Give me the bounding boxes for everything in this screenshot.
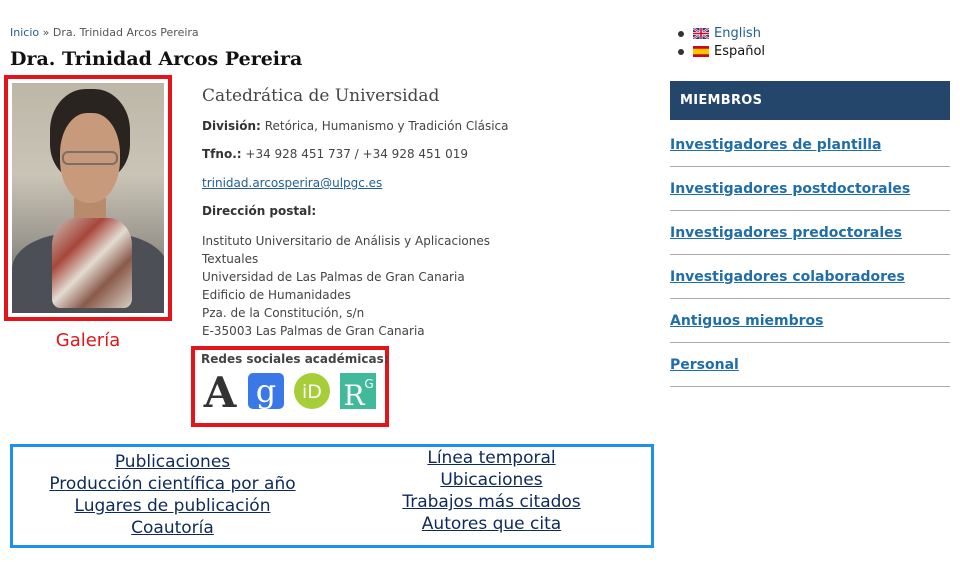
svg-text:R: R xyxy=(343,379,365,410)
links-column-left: Publicaciones Producción científica por … xyxy=(13,451,332,545)
address-line: Pza. de la Constitución, s/n xyxy=(202,306,365,320)
breadcrumb-current: Dra. Trinidad Arcos Pereira xyxy=(52,26,199,39)
address-line: Edificio de Humanidades xyxy=(202,288,351,302)
spain-flag-icon xyxy=(693,46,709,57)
language-spanish[interactable]: Español xyxy=(678,44,765,59)
link-lugares-publicacion[interactable]: Lugares de publicación xyxy=(75,495,271,517)
postal-label: Dirección postal: xyxy=(202,204,317,218)
division-value: Retórica, Humanismo y Tradición Clásica xyxy=(264,119,509,133)
postal-address: Instituto Universitario de Análisis y Ap… xyxy=(202,232,490,340)
language-english-label[interactable]: English xyxy=(714,26,761,41)
sidebar-title: MIEMBROS xyxy=(670,81,950,120)
academia-icon[interactable]: A xyxy=(201,372,239,410)
postal-row: Dirección postal: xyxy=(202,204,316,218)
sidebar-item-predoctorales[interactable]: Investigadores predoctorales xyxy=(670,211,950,255)
breadcrumb-home-link[interactable]: Inicio xyxy=(10,26,39,39)
sidebar-item-plantilla[interactable]: Investigadores de plantilla xyxy=(670,123,950,167)
address-line: Instituto Universitario de Análisis y Ap… xyxy=(202,234,490,248)
link-linea-temporal[interactable]: Línea temporal xyxy=(427,447,555,469)
gallery-photo-frame[interactable] xyxy=(4,75,172,321)
link-publicaciones[interactable]: Publicaciones xyxy=(115,451,230,473)
phone-row: Tfno.: +34 928 451 737 / +34 928 451 019 xyxy=(202,147,468,161)
researchgate-icon[interactable]: RG xyxy=(339,372,377,410)
sidebar-item-postdoctorales[interactable]: Investigadores postdoctorales xyxy=(670,167,950,211)
academic-social-networks: Redes sociales académicas: A g iD RG xyxy=(191,346,389,427)
google-scholar-icon[interactable]: g xyxy=(247,372,285,410)
orcid-icon[interactable]: iD xyxy=(293,372,331,410)
breadcrumb: Inicio » Dra. Trinidad Arcos Pereira xyxy=(10,26,199,39)
links-column-right: Línea temporal Ubicaciones Trabajos más … xyxy=(332,447,651,545)
link-produccion-cientifica[interactable]: Producción científica por año xyxy=(49,473,295,495)
language-english[interactable]: English xyxy=(678,26,761,41)
sidebar-item-personal[interactable]: Personal xyxy=(670,343,950,387)
phone-label: Tfno.: xyxy=(202,147,242,161)
link-coautoria[interactable]: Coautoría xyxy=(131,517,214,539)
svg-text:g: g xyxy=(256,372,276,410)
link-trabajos-citados[interactable]: Trabajos más citados xyxy=(402,491,580,513)
division-row: División: Retórica, Humanismo y Tradició… xyxy=(202,119,509,133)
address-line: Textuales xyxy=(202,252,259,266)
email-row: trinidad.arcosperira@ulpgc.es xyxy=(202,176,382,190)
svg-text:A: A xyxy=(203,372,238,410)
language-spanish-label: Español xyxy=(714,44,766,59)
sidebar-item-antiguos[interactable]: Antiguos miembros xyxy=(670,299,950,343)
address-line: Universidad de Las Palmas de Gran Canari… xyxy=(202,270,465,284)
breadcrumb-separator: » xyxy=(39,26,53,39)
sidebar-item-colaboradores[interactable]: Investigadores colaboradores xyxy=(670,255,950,299)
phone-value: +34 928 451 737 / +34 928 451 019 xyxy=(245,147,469,161)
link-autores-cita[interactable]: Autores que cita xyxy=(422,513,561,535)
email-link[interactable]: trinidad.arcosperira@ulpgc.es xyxy=(202,176,382,190)
page-title: Dra. Trinidad Arcos Pereira xyxy=(10,48,303,70)
svg-text:G: G xyxy=(364,377,373,391)
job-title: Catedrática de Universidad xyxy=(202,86,440,106)
profile-photo[interactable] xyxy=(12,83,164,313)
social-networks-label: Redes sociales académicas: xyxy=(201,352,389,366)
gallery-label: Galería xyxy=(55,330,121,351)
division-label: División: xyxy=(202,119,261,133)
address-line: E-35003 Las Palmas de Gran Canaria xyxy=(202,324,425,338)
link-ubicaciones[interactable]: Ubicaciones xyxy=(440,469,542,491)
svg-text:iD: iD xyxy=(302,381,322,403)
analysis-links-box: Publicaciones Producción científica por … xyxy=(10,444,654,548)
uk-flag-icon xyxy=(693,28,709,39)
